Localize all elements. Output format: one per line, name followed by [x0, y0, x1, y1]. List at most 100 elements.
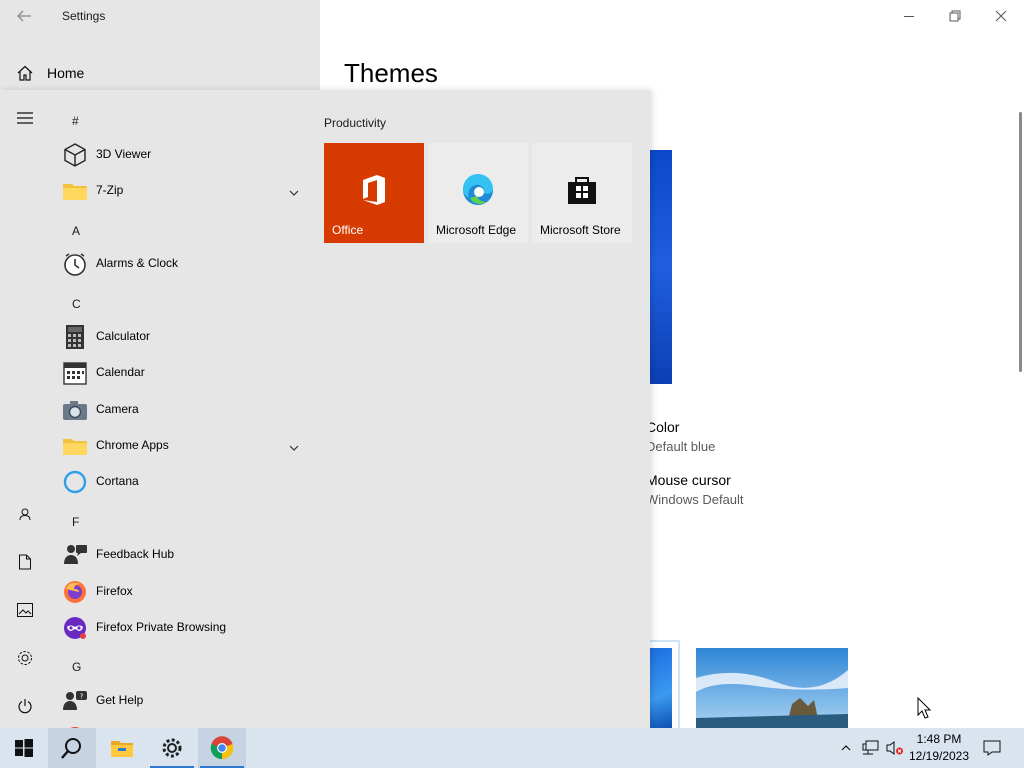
- app-calculator[interactable]: Calculator: [50, 319, 310, 355]
- app-3d-viewer[interactable]: 3D Viewer: [50, 137, 310, 173]
- letter-header-c[interactable]: C: [72, 297, 81, 311]
- pictures-icon[interactable]: [15, 600, 35, 620]
- folder-icon: [62, 433, 88, 459]
- taskbar: 1:48 PM 12/19/2023: [0, 728, 1024, 768]
- theme-thumbnail-landscape[interactable]: [696, 648, 848, 728]
- app-label: Camera: [96, 402, 139, 416]
- tile-label: Microsoft Edge: [436, 223, 517, 237]
- edge-icon: [461, 173, 495, 207]
- start-button[interactable]: [0, 728, 48, 768]
- folder-icon: [62, 178, 88, 204]
- calculator-icon: [62, 324, 88, 350]
- chrome-icon: [210, 736, 234, 760]
- start-menu: # 3D Viewer 7-Zip A Alarms & Clock C Cal…: [0, 90, 650, 728]
- letter-header-hash[interactable]: #: [72, 114, 79, 128]
- app-label: Firefox Private Browsing: [96, 620, 227, 634]
- app-calendar[interactable]: Calendar: [50, 355, 310, 391]
- office-icon: [357, 173, 391, 207]
- app-list: # 3D Viewer 7-Zip A Alarms & Clock C Cal…: [50, 90, 320, 728]
- app-list-partial: [50, 719, 310, 728]
- power-icon[interactable]: [15, 696, 35, 716]
- app-chrome-apps[interactable]: Chrome Apps: [50, 428, 310, 464]
- home-label: Home: [47, 65, 85, 81]
- app-feedback-hub[interactable]: Feedback Hub: [50, 537, 310, 573]
- app-firefox[interactable]: Firefox: [50, 574, 310, 610]
- firefox-private-icon: [62, 615, 88, 641]
- color-setting-name[interactable]: Color: [646, 419, 679, 435]
- theme-preview-image: [648, 150, 672, 384]
- network-icon[interactable]: [861, 738, 881, 758]
- clock-icon: [62, 251, 88, 277]
- tile-group-title[interactable]: Productivity: [324, 116, 386, 130]
- window-title: Settings: [62, 9, 106, 23]
- gear-icon[interactable]: [15, 648, 35, 668]
- file-explorer-icon: [111, 741, 133, 757]
- minimize-button[interactable]: [897, 4, 921, 28]
- mouse-pointer-icon: [917, 696, 932, 719]
- page-title: Themes: [344, 58, 438, 88]
- cortana-icon: [62, 469, 88, 495]
- notification-icon[interactable]: [982, 738, 1002, 758]
- restore-icon: [949, 10, 961, 22]
- tile-office[interactable]: Office: [324, 143, 424, 243]
- nav-home[interactable]: Home: [0, 56, 320, 90]
- app-label: 3D Viewer: [96, 147, 152, 161]
- theme-thumbnail-windows[interactable]: [648, 648, 672, 728]
- start-rail: [0, 90, 50, 728]
- tile-microsoft-edge[interactable]: Microsoft Edge: [428, 143, 528, 243]
- app-label: 7-Zip: [96, 183, 124, 197]
- chevron-up-icon[interactable]: [836, 738, 856, 758]
- color-setting-value: Default blue: [646, 439, 716, 454]
- camera-icon: [62, 397, 88, 423]
- scrollbar[interactable]: [1019, 112, 1022, 372]
- app-alarms-clock[interactable]: Alarms & Clock: [50, 246, 310, 282]
- letter-header-a[interactable]: A: [72, 224, 80, 238]
- tile-microsoft-store[interactable]: Microsoft Store: [532, 143, 632, 243]
- close-icon: [995, 10, 1007, 22]
- app-get-help[interactable]: ? Get Help: [50, 683, 310, 719]
- clock-time: 1:48 PM: [916, 732, 962, 746]
- settings-taskbar-button[interactable]: [148, 728, 196, 768]
- app-cortana[interactable]: Cortana: [50, 464, 310, 500]
- user-account-icon[interactable]: [15, 504, 35, 524]
- close-button[interactable]: [989, 4, 1013, 28]
- app-7-zip[interactable]: 7-Zip: [50, 173, 310, 209]
- tile-label: Microsoft Store: [540, 223, 621, 237]
- app-label: Chrome Apps: [96, 438, 169, 452]
- app-label: Get Help: [96, 693, 144, 707]
- chevron-down-icon[interactable]: [288, 440, 300, 451]
- app-label: Firefox: [96, 584, 133, 598]
- calendar-icon: [62, 360, 88, 386]
- firefox-icon: [62, 579, 88, 605]
- minimize-icon: [904, 16, 914, 17]
- svg-text:?: ?: [80, 693, 84, 701]
- app-label: Calculator: [96, 329, 151, 343]
- documents-icon[interactable]: [15, 552, 35, 572]
- windows-logo-icon: [15, 739, 33, 757]
- volume-muted-icon[interactable]: [885, 738, 905, 758]
- gear-icon: [162, 738, 182, 758]
- app-label: Alarms & Clock: [96, 256, 179, 270]
- letter-header-f[interactable]: F: [72, 515, 79, 529]
- search-button[interactable]: [48, 728, 96, 768]
- home-icon: [16, 64, 34, 82]
- letter-header-g[interactable]: G: [72, 660, 81, 674]
- app-label: Calendar: [96, 365, 145, 379]
- restore-button[interactable]: [943, 4, 967, 28]
- hamburger-menu-icon[interactable]: [15, 108, 35, 128]
- file-explorer-button[interactable]: [98, 728, 146, 768]
- tile-label: Office: [332, 223, 364, 237]
- mouse-cursor-setting-value: Windows Default: [646, 492, 744, 507]
- app-firefox-private[interactable]: Firefox Private Browsing: [50, 610, 310, 646]
- app-label: Cortana: [96, 474, 139, 488]
- chevron-down-icon[interactable]: [288, 185, 300, 196]
- app-camera[interactable]: Camera: [50, 392, 310, 428]
- clock-date: 12/19/2023: [908, 749, 970, 763]
- taskbar-clock[interactable]: 1:48 PM 12/19/2023: [906, 731, 972, 765]
- app-label: Feedback Hub: [96, 547, 175, 561]
- mouse-cursor-setting-name[interactable]: Mouse cursor: [646, 472, 731, 488]
- chrome-taskbar-button[interactable]: [198, 728, 246, 768]
- store-icon: [565, 173, 599, 207]
- cube-icon: [62, 142, 88, 168]
- back-arrow-icon[interactable]: [14, 7, 34, 25]
